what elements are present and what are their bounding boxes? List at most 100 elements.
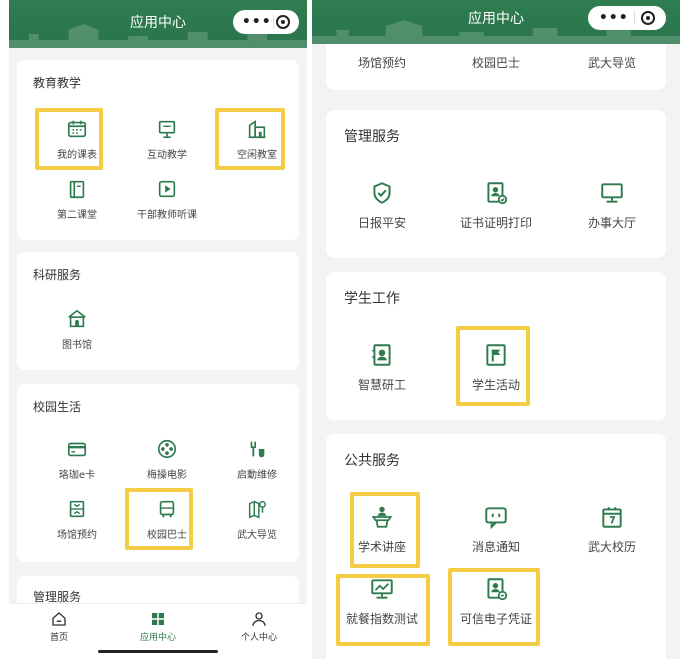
app-venue-booking[interactable]: 场馆预约 — [332, 54, 432, 71]
app-cadre-teacher-audit[interactable]: 干部教师听课 — [127, 178, 207, 221]
venue-icon — [69, 500, 85, 518]
app-label: 互动教学 — [147, 150, 187, 161]
section-card-student-affairs: 学生工作 智慧研工 学生活动 — [326, 272, 666, 420]
app-student-activities[interactable]: 学生活动 — [446, 342, 546, 393]
app-label: 梅操电影 — [147, 470, 187, 481]
more-icon[interactable]: ••• — [599, 11, 629, 25]
app-label: 启動维修 — [237, 470, 277, 481]
id-badge-icon — [372, 344, 391, 366]
tab-profile[interactable]: 个人中心 — [219, 610, 299, 643]
app-label: 武大导览 — [237, 530, 277, 541]
map-pin-icon — [248, 500, 266, 519]
card-icon — [67, 442, 87, 457]
right-phone-screen: 应用中心 ••• 场馆预约 校园巴士 武大导览 管理服务 日报平安 证书证明打印… — [312, 0, 680, 659]
app-label: 日报平安 — [357, 216, 406, 230]
left-phone-screen: 应用中心 ••• 教育教学 我的课表 互动教学 空闲教室 第二课堂 干部教师听课… — [9, 0, 307, 659]
building-icon — [248, 120, 266, 139]
shield-check-icon — [373, 182, 391, 204]
app-label: 珞珈e卡 — [58, 470, 96, 481]
user-icon — [252, 612, 266, 626]
screenshot-stage: 应用中心 ••• 教育教学 我的课表 互动教学 空闲教室 第二课堂 干部教师听课… — [0, 0, 682, 659]
app-certificate-print[interactable]: 证书证明打印 — [446, 180, 546, 231]
app-university-calendar[interactable]: 武大校历 — [562, 504, 662, 555]
app-campus-bus[interactable]: 校园巴士 — [127, 498, 207, 541]
app-daily-safety-report[interactable]: 日报平安 — [332, 180, 432, 231]
section-card-education: 教育教学 我的课表 互动教学 空闲教室 第二课堂 干部教师听课 — [17, 60, 299, 240]
film-reel-icon — [157, 439, 177, 459]
app-service-hall[interactable]: 办事大厅 — [562, 180, 662, 231]
app-label: 干部教师听课 — [137, 210, 197, 221]
wrench-icon — [250, 441, 265, 458]
app-label: 校园巴士 — [471, 56, 520, 70]
calendar-icon — [67, 120, 87, 138]
voucher-icon — [487, 578, 508, 601]
message-icon — [485, 507, 507, 530]
book-icon — [69, 180, 85, 199]
app-label: 可信电子凭证 — [459, 612, 532, 626]
app-academic-lecture[interactable]: 学术讲座 — [332, 504, 432, 555]
tab-app-center[interactable]: 应用中心 — [118, 610, 198, 643]
section-title: 学生工作 — [344, 291, 400, 307]
app-label: 场馆预约 — [57, 530, 97, 541]
podium-icon — [371, 506, 393, 528]
app-label: 武大校历 — [587, 540, 636, 554]
app-free-classroom[interactable]: 空闲教室 — [217, 118, 297, 161]
section-title: 公共服务 — [344, 453, 400, 469]
app-label: 校园巴士 — [147, 530, 187, 541]
app-label: 空闲教室 — [237, 150, 277, 161]
app-library[interactable]: 图书馆 — [37, 308, 117, 351]
app-dining-index-test[interactable]: 就餐指数测试 — [332, 576, 432, 627]
more-icon[interactable]: ••• — [242, 15, 272, 29]
app-message-notice[interactable]: 消息通知 — [446, 504, 546, 555]
app-trusted-e-voucher[interactable]: 可信电子凭证 — [446, 576, 546, 627]
section-card-campus-life-partial: 场馆预约 校园巴士 武大导览 — [326, 44, 666, 90]
section-card-public-services: 公共服务 学术讲座 消息通知 武大校历 就餐指数测试 可信电子凭证 — [326, 434, 666, 659]
app-campus-guide[interactable]: 武大导览 — [562, 54, 662, 71]
app-smart-graduate[interactable]: 智慧研工 — [332, 342, 432, 393]
app-movie[interactable]: 梅操电影 — [127, 438, 207, 481]
app-label: 办事大厅 — [587, 216, 636, 230]
miniprogram-capsule[interactable]: ••• — [233, 10, 299, 34]
app-label: 第二课堂 — [57, 210, 97, 221]
close-target-icon[interactable] — [641, 11, 656, 25]
section-title: 管理服务 — [344, 129, 400, 145]
tab-home[interactable]: 首页 — [19, 610, 99, 643]
tab-label: 个人中心 — [240, 633, 277, 643]
app-campus-guide[interactable]: 武大导览 — [217, 498, 297, 541]
chart-monitor-icon — [371, 579, 393, 599]
close-target-icon[interactable] — [276, 15, 291, 29]
app-label: 学术讲座 — [357, 540, 406, 554]
section-title: 校园生活 — [33, 400, 82, 414]
miniprogram-capsule[interactable]: ••• — [588, 6, 666, 30]
section-card-campus-life: 校园生活 珞珈e卡 梅操电影 启動维修 场馆预约 校园巴士 武大导览 — [17, 384, 299, 562]
presentation-icon — [158, 120, 176, 139]
calendar-date-icon — [602, 507, 622, 528]
app-venue-booking[interactable]: 场馆预约 — [37, 498, 117, 541]
app-interactive-teaching[interactable]: 互动教学 — [127, 118, 207, 161]
grid-icon — [152, 613, 164, 625]
header-bar: 应用中心 ••• — [9, 0, 307, 48]
app-campus-card[interactable]: 珞珈e卡 — [37, 438, 117, 481]
app-campus-bus[interactable]: 校园巴士 — [446, 54, 546, 71]
home-indicator — [98, 650, 218, 653]
app-label: 学生活动 — [471, 378, 520, 392]
bottom-tab-bar: 首页 应用中心 个人中心 — [9, 603, 307, 659]
header-bar: 应用中心 ••• — [312, 0, 680, 44]
tab-label: 首页 — [49, 633, 68, 643]
section-title: 教育教学 — [33, 76, 82, 90]
app-label: 证书证明打印 — [459, 216, 532, 230]
app-second-classroom[interactable]: 第二课堂 — [37, 178, 117, 221]
bus-icon — [159, 500, 175, 518]
section-card-research: 科研服务 图书馆 — [17, 252, 299, 370]
library-icon — [68, 309, 86, 328]
app-label: 图书馆 — [62, 340, 92, 351]
flag-icon — [486, 344, 506, 366]
video-play-icon — [158, 180, 176, 198]
app-repair[interactable]: 启動维修 — [217, 438, 297, 481]
certificate-print-icon — [487, 182, 508, 205]
app-my-schedule[interactable]: 我的课表 — [37, 118, 117, 161]
app-label: 我的课表 — [57, 150, 97, 161]
app-label: 智慧研工 — [357, 378, 406, 392]
capsule-divider — [273, 15, 275, 29]
monitor-icon — [601, 183, 623, 203]
